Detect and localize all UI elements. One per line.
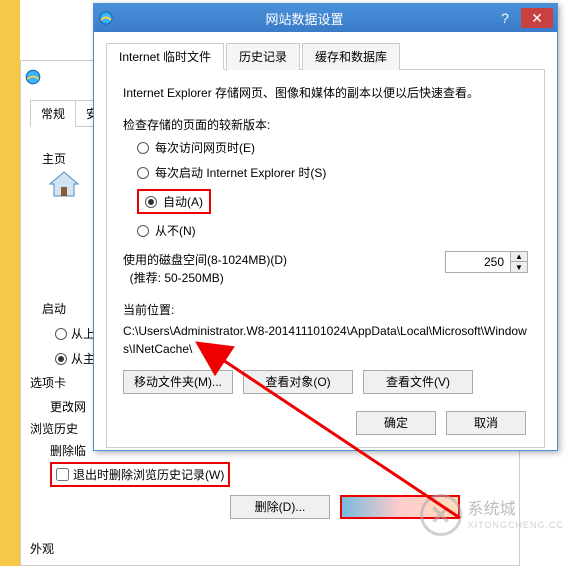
radio-every-start[interactable]: 每次启动 Internet Explorer 时(S) [137, 164, 528, 181]
dialog-tabstrip: Internet 临时文件 历史记录 缓存和数据库 [106, 42, 545, 70]
disk-space-label: 使用的磁盘空间(8-1024MB)(D) (推荐: 50-250MB) [123, 251, 445, 287]
folder-buttons-row: 移动文件夹(M)... 查看对象(O) 查看文件(V) [123, 370, 528, 394]
dialog-title: 网站数据设置 [120, 9, 489, 28]
spinner-up-icon[interactable]: ▲ [511, 252, 527, 262]
move-folder-button[interactable]: 移动文件夹(M)... [123, 370, 233, 394]
dialog-action-buttons: 确定 取消 [356, 411, 526, 435]
tab-panel: Internet Explorer 存储网页、图像和媒体的副本以便以后快速查看。… [106, 70, 545, 448]
radio-never-label: 从不(N) [155, 222, 196, 239]
dialog-titlebar: 网站数据设置 ? ✕ [94, 4, 557, 32]
radio-never[interactable]: 从不(N) [137, 222, 528, 239]
exit-delete-checkbox[interactable] [56, 468, 69, 481]
disk-space-spinner: ▲ ▼ [510, 252, 527, 272]
radio-every-start-label: 每次启动 Internet Explorer 时(S) [155, 164, 326, 181]
underlying-history-label: 浏览历史 [30, 420, 78, 437]
background-stripe [0, 0, 20, 566]
close-button[interactable]: ✕ [521, 8, 553, 28]
radio-icon [137, 167, 149, 179]
cancel-button[interactable]: 取消 [446, 411, 526, 435]
watermark-url: XITONGCHENG.CC [468, 520, 564, 530]
radio-icon [137, 142, 149, 154]
underlying-tab-general[interactable]: 常规 [30, 100, 76, 127]
tab-history[interactable]: 历史记录 [226, 43, 300, 70]
underlying-radio-home-label: 从主 [71, 350, 95, 367]
tab-cache-db[interactable]: 缓存和数据库 [302, 43, 400, 70]
radio-icon [137, 225, 149, 237]
exit-delete-label: 退出时删除浏览历史记录(W) [73, 466, 224, 483]
disk-space-input-wrap: ▲ ▼ [445, 251, 528, 273]
disk-space-row: 使用的磁盘空间(8-1024MB)(D) (推荐: 50-250MB) ▲ ▼ [123, 251, 528, 287]
underlying-exit-delete-checkbox-row[interactable]: 退出时删除浏览历史记录(W) [50, 462, 230, 487]
underlying-boot-label: 启动 [42, 300, 66, 317]
website-data-settings-dialog: 网站数据设置 ? ✕ Internet 临时文件 历史记录 缓存和数据库 Int… [93, 3, 558, 451]
check-newer-radio-group: 每次访问网页时(E) 每次启动 Internet Explorer 时(S) 自… [137, 139, 528, 239]
underlying-radio-last-label: 从上 [71, 325, 95, 342]
view-files-button[interactable]: 查看文件(V) [363, 370, 473, 394]
disk-space-input[interactable] [446, 252, 510, 272]
radio-auto-label: 自动(A) [163, 193, 203, 210]
radio-icon [145, 196, 157, 208]
underlying-tabcard-label: 选项卡 [30, 374, 66, 391]
underlying-radio-home[interactable]: 从主 [55, 350, 95, 367]
disk-label-main: 使用的磁盘空间(8-1024MB)(D) [123, 253, 287, 267]
radio-auto[interactable]: 自动(A) [145, 193, 203, 210]
help-button[interactable]: ? [489, 8, 521, 28]
ok-button[interactable]: 确定 [356, 411, 436, 435]
view-objects-button[interactable]: 查看对象(O) [243, 370, 353, 394]
disk-label-sub: (推荐: 50-250MB) [130, 271, 224, 285]
radio-auto-highlight: 自动(A) [137, 189, 211, 214]
panel-description: Internet Explorer 存储网页、图像和媒体的副本以便以后快速查看。 [123, 84, 528, 102]
home-icon [48, 170, 80, 198]
tab-temp-files[interactable]: Internet 临时文件 [106, 43, 224, 70]
watermark-logo-icon: ✕ [420, 494, 462, 536]
check-newer-label: 检查存储的页面的较新版本: [123, 116, 528, 133]
radio-every-visit[interactable]: 每次访问网页时(E) [137, 139, 528, 156]
underlying-appearance-label: 外观 [30, 540, 54, 557]
spinner-down-icon[interactable]: ▼ [511, 262, 527, 272]
watermark: ✕ 系统城 XITONGCHENG.CC [420, 494, 564, 536]
watermark-brand: 系统城 [468, 500, 564, 519]
underlying-history-text: 删除临 [50, 442, 86, 459]
underlying-home-label: 主页 [42, 150, 66, 167]
underlying-tabcard-text: 更改网 [50, 398, 86, 415]
ie-small-icon [24, 68, 42, 86]
underlying-radio-last[interactable]: 从上 [55, 325, 95, 342]
underlying-delete-button[interactable]: 删除(D)... [230, 495, 330, 519]
current-location-path: C:\Users\Administrator.W8-201411101024\A… [123, 322, 528, 358]
dialog-icon [98, 10, 114, 26]
radio-every-visit-label: 每次访问网页时(E) [155, 139, 255, 156]
current-location-label: 当前位置: [123, 301, 528, 318]
